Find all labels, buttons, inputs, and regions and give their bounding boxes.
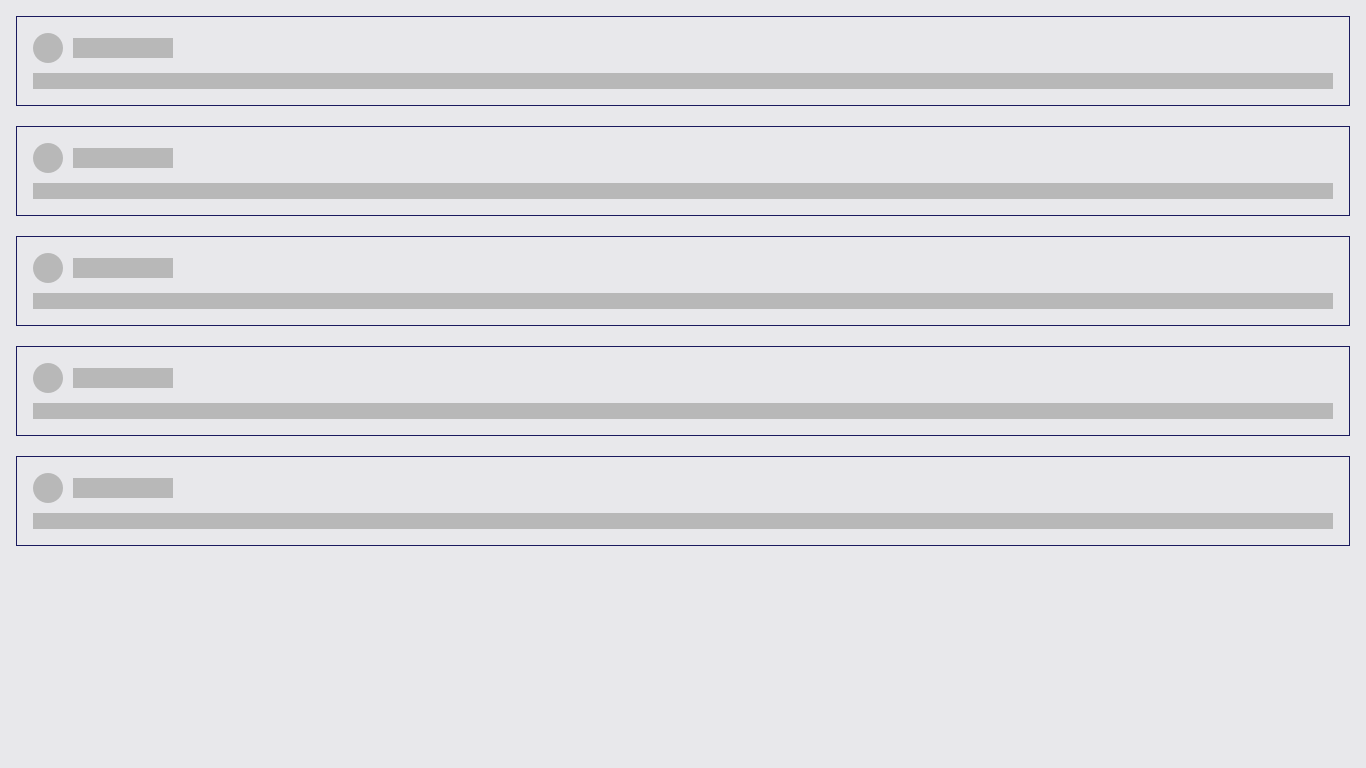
text-line-placeholder xyxy=(33,403,1333,419)
skeleton-card xyxy=(16,346,1350,436)
text-line-placeholder xyxy=(33,513,1333,529)
text-line-placeholder xyxy=(33,183,1333,199)
text-line-placeholder xyxy=(33,73,1333,89)
skeleton-card xyxy=(16,16,1350,106)
skeleton-card xyxy=(16,236,1350,326)
text-line-placeholder xyxy=(33,293,1333,309)
title-placeholder xyxy=(73,258,173,278)
title-placeholder xyxy=(73,38,173,58)
skeleton-card xyxy=(16,126,1350,216)
avatar-placeholder xyxy=(33,473,63,503)
skeleton-list xyxy=(16,16,1350,566)
title-placeholder xyxy=(73,368,173,388)
avatar-placeholder xyxy=(33,253,63,283)
avatar-placeholder xyxy=(33,143,63,173)
title-placeholder xyxy=(73,478,173,498)
title-placeholder xyxy=(73,148,173,168)
skeleton-card xyxy=(16,456,1350,546)
avatar-placeholder xyxy=(33,33,63,63)
avatar-placeholder xyxy=(33,363,63,393)
